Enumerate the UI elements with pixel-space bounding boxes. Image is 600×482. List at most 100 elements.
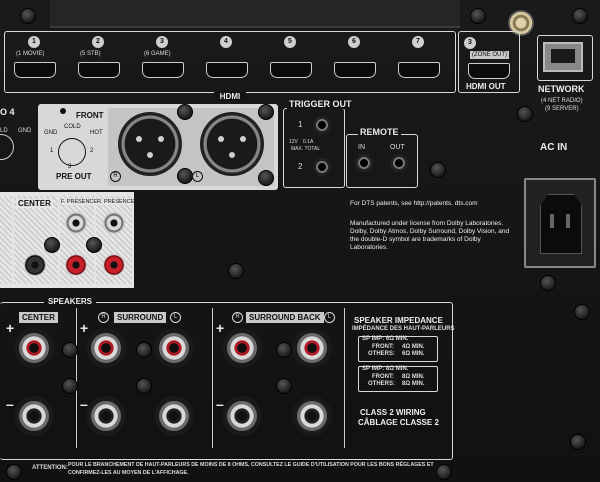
gnd-label: GND: [44, 130, 58, 136]
hdmi-label: HDMI: [213, 92, 247, 101]
xlr-pin-diagram: [58, 138, 86, 166]
screw: [574, 304, 590, 320]
surround-back-l-positive-terminal[interactable]: [292, 328, 332, 368]
rca-center[interactable]: [24, 254, 46, 276]
f-presence-label: F. PRESENCE: [61, 199, 98, 205]
trigger-out-label: TRIGGER OUT: [287, 99, 354, 109]
surround-r-negative-terminal[interactable]: [86, 396, 126, 436]
screw: [86, 237, 102, 253]
center-negative-terminal[interactable]: [14, 396, 54, 436]
rca-rpresence-right[interactable]: [103, 254, 125, 276]
surround-back-l-negative-terminal[interactable]: [292, 396, 332, 436]
xlr-left-marker: L: [192, 171, 203, 182]
rca-rpresence-left[interactable]: [103, 212, 125, 234]
hdmi-port-number: 7: [412, 36, 424, 48]
ac-in-label: AC IN: [540, 142, 568, 153]
screw: [44, 237, 60, 253]
hdmi-input-port[interactable]: [206, 62, 248, 78]
surround-back-label: SURROUND BACK: [246, 312, 324, 323]
imp2-front: FRONT:: [372, 374, 394, 380]
r-presence-label: R. PRESENCE: [97, 199, 135, 205]
surround-l-positive-terminal[interactable]: [154, 328, 194, 368]
hdmi-port-number: 1: [28, 36, 40, 48]
hdmi-input-port[interactable]: [78, 62, 120, 78]
trigger-spec2: 0.1A: [303, 139, 314, 145]
imp2-sp: SP IMP: 8Ω MIN.: [362, 366, 409, 372]
center-speaker-label: CENTER: [19, 312, 58, 323]
trigger-jack-2[interactable]: [313, 158, 331, 176]
screw: [6, 464, 22, 480]
class2-wiring-label-fr: CÂBLAGE CLASSE 2: [358, 418, 439, 427]
dolby-notice: Manufactured under license from Dolby La…: [350, 220, 510, 251]
surround-r-marker: R: [98, 312, 109, 323]
network-label: NETWORK: [538, 84, 585, 94]
pre-out-label: PRE OUT: [56, 172, 92, 181]
remote-label: REMOTE: [358, 127, 401, 137]
xlr-output-left[interactable]: [200, 112, 264, 176]
trigger-j2-label: 2: [298, 162, 303, 171]
hdmi-input-port[interactable]: [14, 62, 56, 78]
attention-text-line1: POUR LE BRANCHEMENT DE HAUT-PARLEURS DE …: [68, 462, 434, 468]
screw: [177, 168, 193, 184]
screw: [540, 275, 556, 291]
screw: [228, 263, 244, 279]
left-gnd-label: GND: [18, 128, 32, 134]
trigger-jack-1[interactable]: [313, 116, 331, 134]
screw: [62, 378, 78, 394]
hdmi-input-port[interactable]: [270, 62, 312, 78]
surround-back-r-negative-terminal[interactable]: [222, 396, 262, 436]
hdmi-input-port[interactable]: [142, 62, 184, 78]
screw: [177, 104, 193, 120]
rca-fpresence-left[interactable]: [65, 212, 87, 234]
hdmi-input-port[interactable]: [334, 62, 376, 78]
hdmi-port-number: 4: [220, 36, 232, 48]
attention-text-line2: CONFIRMEZ-LES AU MOYEN DE L'AFFICHAGE.: [68, 470, 189, 476]
speaker-plus-sign: +: [80, 320, 89, 336]
hdmi-port-number: 6: [348, 36, 360, 48]
screw: [258, 104, 274, 120]
hdmi-input-port[interactable]: [398, 62, 440, 78]
ac-inlet[interactable]: [524, 178, 596, 268]
screw: [136, 378, 152, 394]
hdmi-port-number: 3: [156, 36, 168, 48]
speaker-plus-sign: +: [216, 320, 225, 336]
speakers-label: SPEAKERS: [44, 297, 97, 306]
screw: [430, 162, 446, 178]
rca-left-strip: [0, 196, 12, 284]
trigger-j1-label: 1: [298, 120, 303, 129]
trigger-spec1: 12V: [289, 139, 298, 145]
center-positive-terminal[interactable]: [14, 328, 54, 368]
impedance-title: SPEAKER IMPEDANCE: [354, 316, 443, 325]
hdmi-port-name: (1 MOVIE): [16, 51, 45, 57]
trigger-spec3: MAX. TOTAL: [291, 146, 321, 152]
screw: [136, 342, 152, 358]
network-sub1: (4 NET RADIO): [541, 98, 583, 104]
pin3-label: 3: [68, 164, 72, 170]
screw: [470, 8, 486, 24]
remote-out-jack[interactable]: [390, 154, 408, 172]
screw: [258, 170, 274, 186]
class2-wiring-label: CLASS 2 WIRING: [360, 408, 426, 417]
center-preout-label: CENTER: [16, 199, 53, 208]
ethernet-port[interactable]: [543, 42, 583, 72]
screw: [276, 342, 292, 358]
remote-in-label: IN: [358, 144, 365, 151]
rca-fpresence-right[interactable]: [65, 254, 87, 276]
hdmi-port-name: (5 STB): [80, 51, 101, 57]
pin2-label: 2: [90, 148, 94, 154]
hot-label: HOT: [90, 130, 103, 136]
impedance-title-fr: IMPÉDANCE DES HAUT-PARLEURS: [352, 326, 455, 332]
attention-label: ATTENTION:: [32, 465, 68, 471]
speaker-divider: [344, 308, 345, 448]
receiver-rear-panel: 1 (1 MOVIE) 2 (5 STB) 3 (6 GAME) 4 5 6 7 HDMI 3 (…: [0, 0, 600, 482]
surround-back-r-positive-terminal[interactable]: [222, 328, 262, 368]
screw: [572, 8, 588, 24]
imp1-front-value: 4Ω MIN.: [402, 344, 425, 350]
xlr-output-right[interactable]: [118, 112, 182, 176]
surround-r-positive-terminal[interactable]: [86, 328, 126, 368]
screw: [570, 434, 586, 450]
remote-in-jack[interactable]: [355, 154, 373, 172]
hdmi-out-port[interactable]: [468, 63, 510, 79]
surround-l-negative-terminal[interactable]: [154, 396, 194, 436]
imp1-sp: SP IMP: 6Ω MIN.: [362, 336, 409, 342]
